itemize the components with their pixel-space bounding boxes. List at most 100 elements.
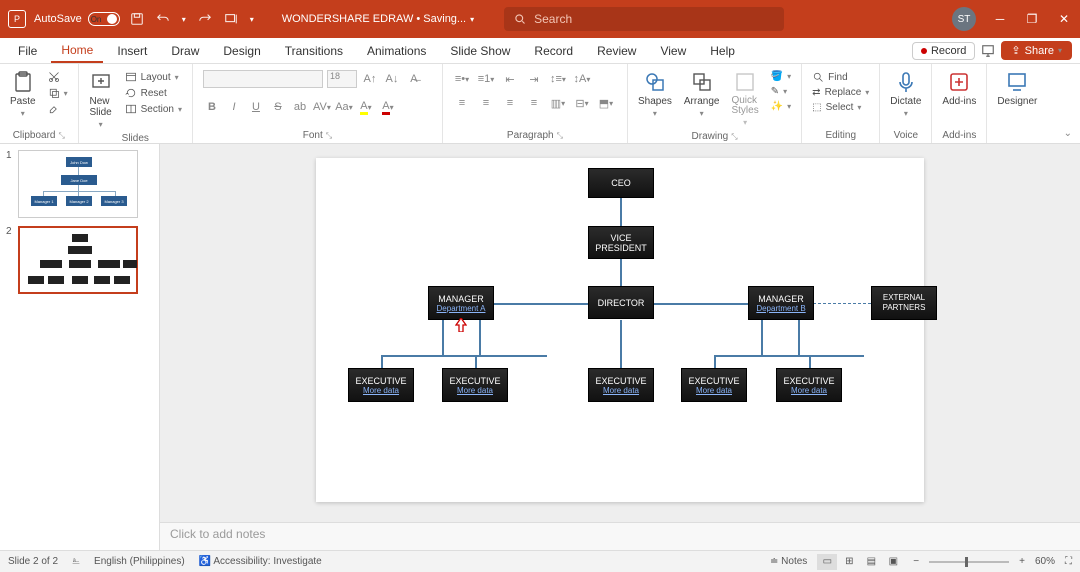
share-button[interactable]: ⇪Share▾ (1001, 41, 1072, 60)
tab-home[interactable]: Home (51, 39, 103, 63)
accessibility-indicator[interactable]: ♿ Accessibility: Investigate (199, 556, 322, 567)
decrease-indent-button[interactable]: ⇤ (501, 70, 519, 88)
normal-view-button[interactable]: ▭ (817, 554, 837, 570)
cut-button[interactable] (46, 70, 70, 84)
save-icon[interactable] (130, 12, 144, 26)
shape-outline-button[interactable]: ✎▾ (769, 85, 793, 98)
tab-record[interactable]: Record (524, 40, 583, 62)
shapes-button[interactable]: Shapes▾ (634, 68, 676, 120)
grow-font-button[interactable]: A↑ (361, 70, 379, 88)
align-center-button[interactable]: ≡ (477, 94, 495, 112)
tab-file[interactable]: File (8, 40, 47, 62)
slide-canvas[interactable]: CEO VICE PRESIDENT MANAGERDepartment A D… (316, 158, 924, 502)
undo-menu[interactable]: ▾ (182, 15, 186, 24)
font-size-combo[interactable]: 18 (327, 70, 357, 88)
spacing-button[interactable]: AV▾ (313, 98, 331, 116)
node-exec-4[interactable]: EXECUTIVEMore data (681, 368, 747, 402)
shrink-font-button[interactable]: A↓ (383, 70, 401, 88)
present-icon[interactable] (981, 44, 995, 58)
bullets-button[interactable]: ≡• ▾ (453, 70, 471, 88)
redo-icon[interactable] (198, 12, 212, 26)
zoom-in-button[interactable]: + (1019, 556, 1025, 567)
zoom-slider[interactable] (929, 561, 1009, 563)
font-family-combo[interactable] (203, 70, 323, 88)
zoom-out-button[interactable]: − (913, 556, 919, 567)
bold-button[interactable]: B (203, 98, 221, 116)
autosave-toggle[interactable]: AutoSave On (34, 12, 120, 26)
paste-button[interactable]: Paste▾ (6, 68, 40, 120)
layout-button[interactable]: Layout▾ (123, 70, 184, 84)
language-indicator[interactable]: English (Philippines) (94, 556, 185, 567)
node-external[interactable]: EXTERNAL PARTNERS (871, 286, 937, 320)
align-right-button[interactable]: ≡ (501, 94, 519, 112)
tab-review[interactable]: Review (587, 40, 646, 62)
highlight-button[interactable]: A▾ (357, 98, 375, 116)
new-slide-button[interactable]: New Slide▾ (85, 68, 117, 131)
select-button[interactable]: ⬚Select▾ (810, 101, 871, 114)
undo-icon[interactable] (156, 12, 170, 26)
strike-button[interactable]: S (269, 98, 287, 116)
node-link[interactable]: More data (603, 386, 639, 395)
tab-slideshow[interactable]: Slide Show (440, 40, 520, 62)
format-painter-button[interactable] (46, 102, 70, 116)
node-link[interactable]: Department A (437, 304, 486, 313)
tab-animations[interactable]: Animations (357, 40, 436, 62)
align-text-button[interactable]: ⊟▾ (573, 94, 591, 112)
clear-format-button[interactable]: A̶ (405, 70, 423, 88)
notes-toggle[interactable]: ≐ Notes (770, 556, 807, 567)
designer-button[interactable]: Designer (993, 68, 1041, 109)
line-spacing-button[interactable]: ↕≡▾ (549, 70, 567, 88)
slide-indicator[interactable]: Slide 2 of 2 (8, 556, 58, 567)
reading-view-button[interactable]: ▤ (861, 554, 881, 570)
tab-help[interactable]: Help (700, 40, 745, 62)
change-case-button[interactable]: Aa▾ (335, 98, 353, 116)
underline-button[interactable]: U (247, 98, 265, 116)
drawing-launcher[interactable]: ⤡ (731, 132, 737, 142)
find-button[interactable]: Find (810, 70, 871, 84)
node-link[interactable]: More data (457, 386, 493, 395)
close-button-window[interactable]: ✕ (1056, 12, 1072, 26)
restore-button[interactable]: ❐ (1024, 12, 1040, 26)
clipboard-launcher[interactable]: ⤡ (59, 131, 65, 141)
node-exec-1[interactable]: EXECUTIVEMore data (348, 368, 414, 402)
node-link[interactable]: More data (791, 386, 827, 395)
node-director[interactable]: DIRECTOR (588, 286, 654, 319)
italic-button[interactable]: I (225, 98, 243, 116)
addins-button[interactable]: Add-ins (938, 68, 980, 109)
paragraph-launcher[interactable]: ⤡ (557, 131, 563, 141)
font-launcher[interactable]: ⤡ (326, 131, 332, 141)
node-link[interactable]: More data (696, 386, 732, 395)
arrange-button[interactable]: Arrange▾ (680, 68, 724, 120)
node-vp[interactable]: VICE PRESIDENT (588, 226, 654, 259)
node-ceo[interactable]: CEO (588, 168, 654, 198)
align-left-button[interactable]: ≡ (453, 94, 471, 112)
sorter-view-button[interactable]: ⊞ (839, 554, 859, 570)
section-button[interactable]: Section▾ (123, 102, 184, 116)
numbering-button[interactable]: ≡1 ▾ (477, 70, 495, 88)
minimize-button[interactable]: ─ (992, 12, 1008, 26)
increase-indent-button[interactable]: ⇥ (525, 70, 543, 88)
replace-button[interactable]: ⇄Replace▾ (810, 86, 871, 99)
node-exec-3[interactable]: EXECUTIVEMore data (588, 368, 654, 402)
smartart-button[interactable]: ⬒▾ (597, 94, 615, 112)
node-manager-b[interactable]: MANAGERDepartment B (748, 286, 814, 320)
thumb-1[interactable]: John Dow Jane Doe Manager 1 Manager 2 Ma… (18, 150, 138, 218)
node-link[interactable]: More data (363, 386, 399, 395)
quick-styles-button[interactable]: Quick Styles▾ (727, 68, 762, 129)
tab-transitions[interactable]: Transitions (275, 40, 353, 62)
thumb-2[interactable] (18, 226, 138, 294)
reset-button[interactable]: Reset (123, 86, 184, 100)
node-exec-5[interactable]: EXECUTIVEMore data (776, 368, 842, 402)
justify-button[interactable]: ≡ (525, 94, 543, 112)
tab-design[interactable]: Design (213, 40, 270, 62)
search-input[interactable]: Search (504, 7, 784, 31)
avatar[interactable]: ST (952, 7, 976, 31)
columns-button[interactable]: ▥▾ (549, 94, 567, 112)
shape-fill-button[interactable]: 🪣▾ (769, 70, 793, 83)
node-exec-2[interactable]: EXECUTIVEMore data (442, 368, 508, 402)
record-button[interactable]: Record (912, 42, 975, 60)
from-beginning-icon[interactable] (224, 12, 238, 26)
node-manager-a[interactable]: MANAGERDepartment A (428, 286, 494, 320)
font-color-button[interactable]: A▾ (379, 98, 397, 116)
text-direction-button[interactable]: ↕A▾ (573, 70, 591, 88)
